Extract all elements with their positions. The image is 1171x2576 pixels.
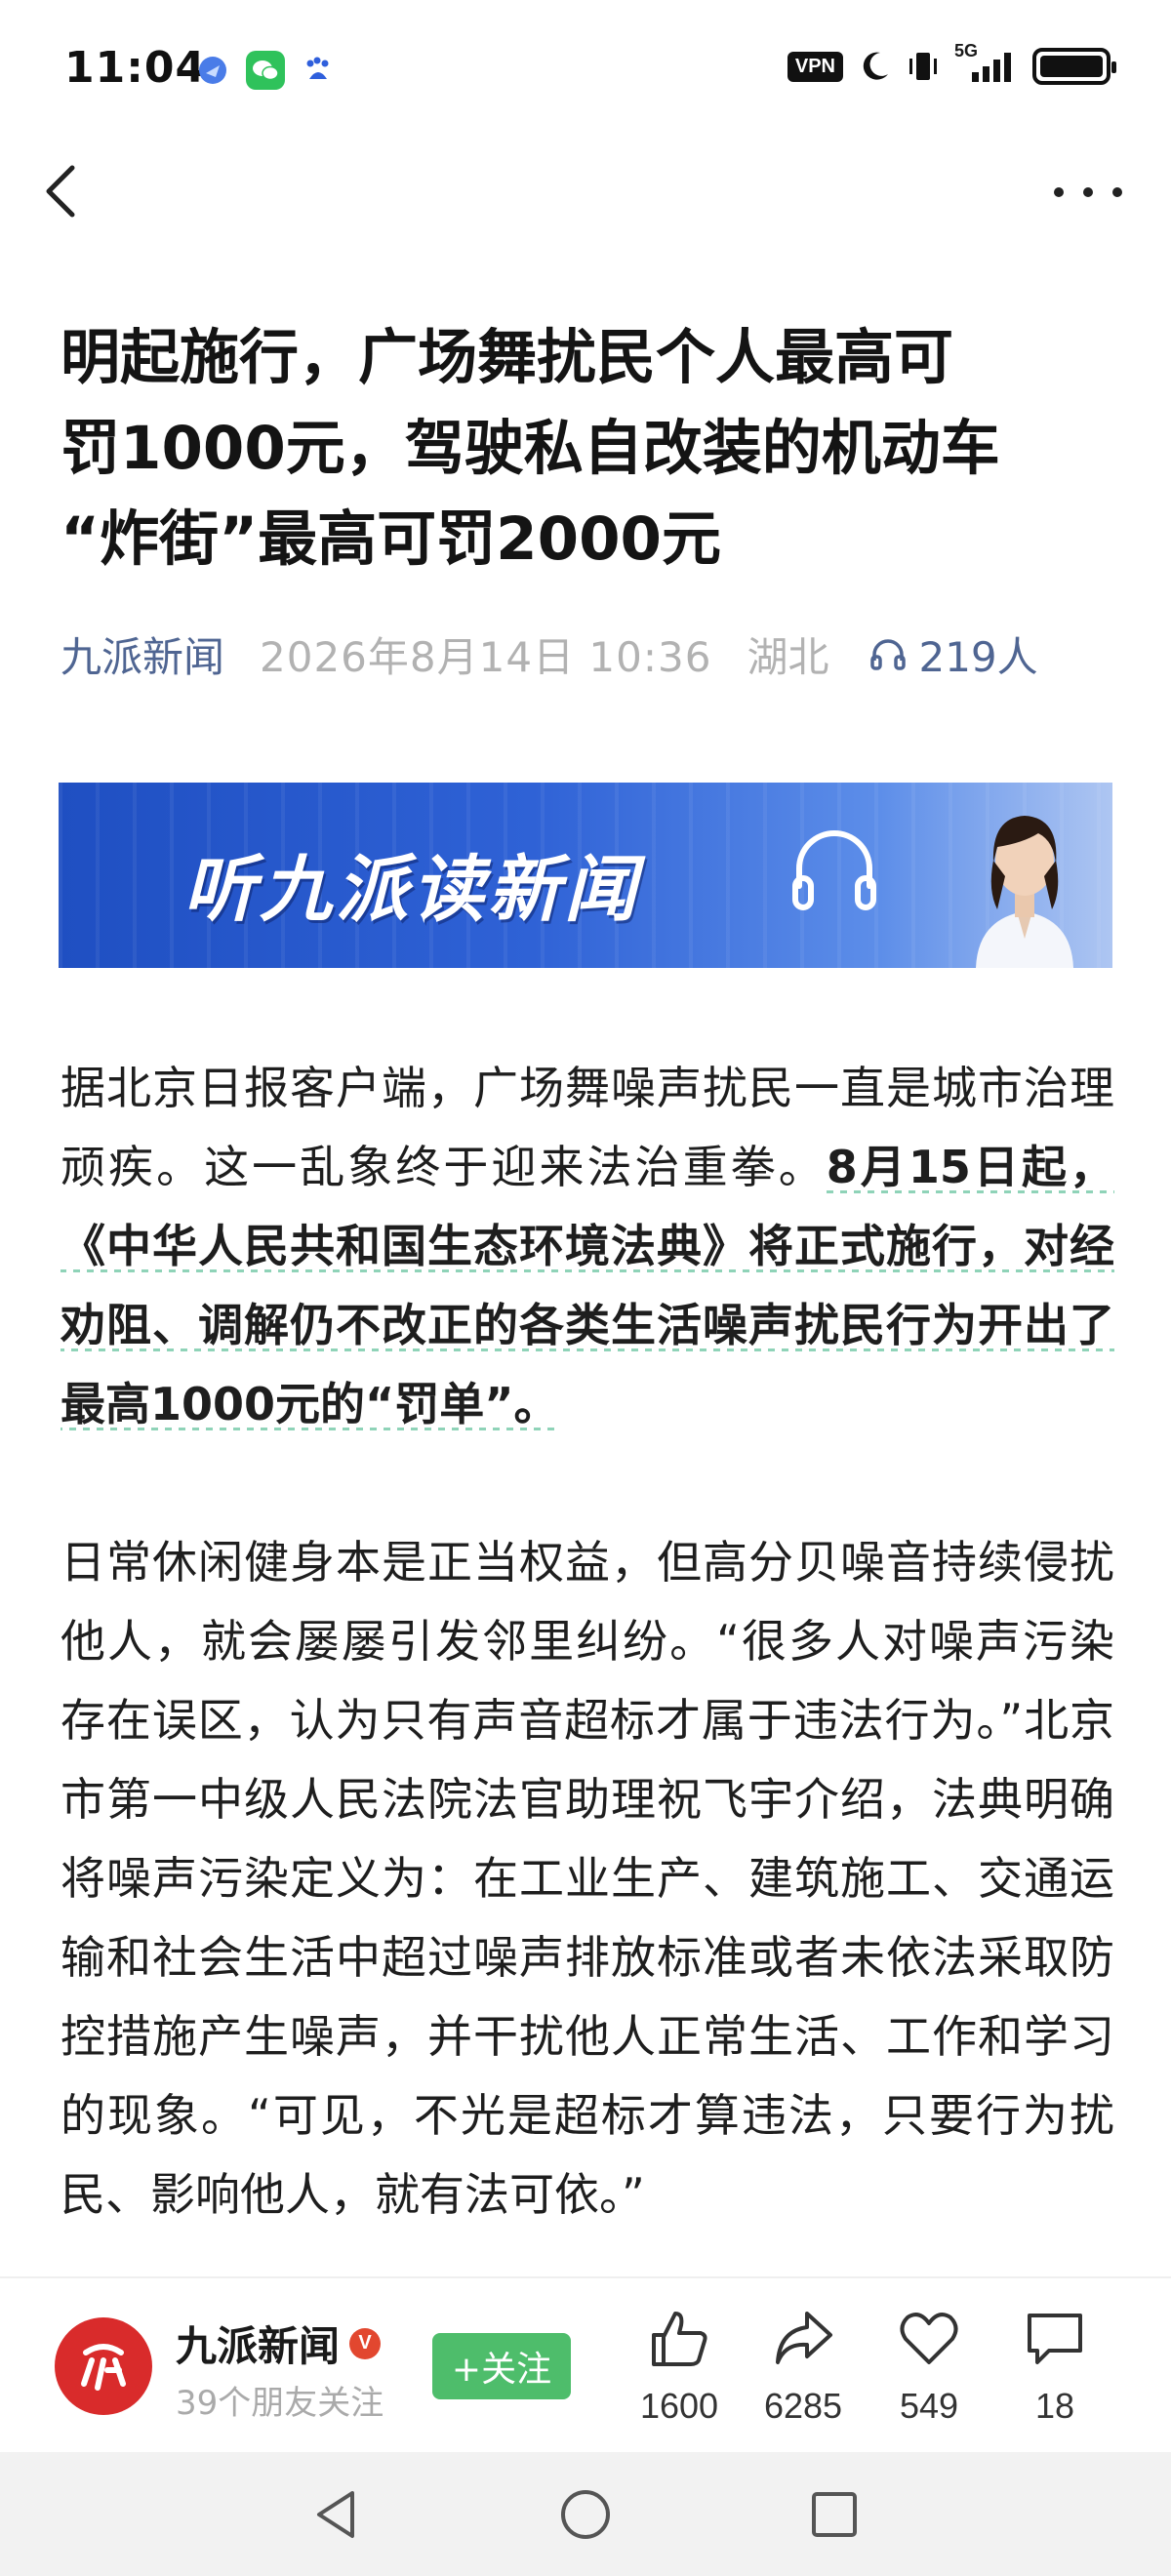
favorite-count: 549 — [899, 2386, 959, 2426]
headphones-icon — [792, 830, 876, 910]
system-navigation-bar — [0, 2452, 1171, 2576]
comment-button[interactable]: 18 — [996, 2308, 1113, 2435]
back-chevron-icon — [46, 165, 75, 218]
vibrate-icon — [909, 53, 937, 80]
share-button[interactable]: 6285 — [745, 2308, 862, 2435]
listen-count[interactable]: 219人 — [868, 624, 1038, 684]
verified-badge-icon: V — [349, 2327, 382, 2359]
headline-line: 明起施行，广场舞扰民个人最高可 — [61, 323, 954, 392]
region: 湖北 — [747, 632, 829, 681]
heart-icon — [900, 2313, 958, 2364]
author-avatar[interactable] — [55, 2317, 152, 2415]
status-bar: 11:04 VPN 5G — [0, 0, 1171, 137]
jiupai-logo-icon — [81, 2344, 126, 2391]
back-button[interactable] — [37, 156, 86, 224]
battery-icon — [1032, 48, 1116, 85]
listen-news-banner[interactable]: 听九派读新闻 — [59, 783, 1112, 968]
nav-back-triangle-icon[interactable] — [307, 2485, 366, 2544]
nav-home-circle-icon[interactable] — [556, 2485, 615, 2544]
comment-count: 18 — [1034, 2386, 1075, 2426]
baidu-icon — [299, 51, 338, 90]
status-time: 11:04 — [64, 43, 207, 93]
vpn-badge: VPN — [787, 51, 843, 82]
signal-icon: 5G — [954, 41, 1019, 86]
headphones-icon — [870, 639, 907, 670]
nav-recents-square-icon[interactable] — [805, 2485, 864, 2544]
comment-icon — [1028, 2314, 1082, 2364]
article-headline: 明起施行，广场舞扰民个人最高可 罚1000元，驾驶私自改装的机动车 “炸街”最高… — [61, 312, 1114, 584]
article-body: 据北京日报客户端，广场舞噪声扰民一直是城市治理顽疾。这一乱象终于迎来法治重拳。8… — [61, 1049, 1115, 2314]
like-button[interactable]: 1600 — [621, 2308, 738, 2435]
headline-line: “炸街”最高可罚2000元 — [61, 504, 721, 574]
more-dot — [1112, 187, 1122, 197]
more-dot — [1054, 187, 1064, 197]
status-right-icons: VPN 5G — [787, 41, 1116, 86]
more-button[interactable] — [1054, 168, 1122, 217]
news-anchor-illustration — [976, 816, 1073, 968]
status-app-icons — [193, 51, 338, 90]
favorite-button[interactable]: 549 — [870, 2308, 988, 2435]
author-name-text: 九派新闻 — [176, 2322, 341, 2370]
moon-icon — [863, 52, 888, 80]
thumbs-up-icon — [652, 2312, 707, 2366]
wechat-icon — [246, 51, 285, 90]
wallet-icon — [193, 51, 232, 90]
headline-line: 罚1000元，驾驶私自改装的机动车 — [61, 414, 1000, 483]
bottom-action-bar: 九派新闻 V 39个朋友关注 +关注 1600 6285 549 18 — [0, 2276, 1171, 2452]
share-icon — [776, 2312, 832, 2364]
source-link[interactable]: 九派新闻 — [61, 624, 224, 684]
article-meta: 九派新闻 2026年8月14日 10:36 湖北 219人 — [61, 624, 1114, 683]
friends-following-count: 39个朋友关注 — [176, 2384, 384, 2423]
banner-title: 听九派读新闻 — [183, 848, 640, 932]
share-count: 6285 — [763, 2386, 843, 2426]
listen-count-text: 219人 — [918, 632, 1038, 681]
more-dot — [1083, 187, 1093, 197]
author-name[interactable]: 九派新闻 V — [176, 2314, 382, 2373]
article-paragraph: 据北京日报客户端，广场舞噪声扰民一直是城市治理顽疾。这一乱象终于迎来法治重拳。8… — [61, 1049, 1115, 1444]
follow-button[interactable]: +关注 — [432, 2333, 571, 2399]
like-count: 1600 — [639, 2386, 719, 2426]
publish-date: 2026年8月14日 10:36 — [260, 632, 712, 681]
article-paragraph: 日常休闲健身本是正当权益，但高分贝噪音持续侵扰他人，就会屡屡引发邻里纠纷。“很多… — [61, 1536, 1114, 2221]
